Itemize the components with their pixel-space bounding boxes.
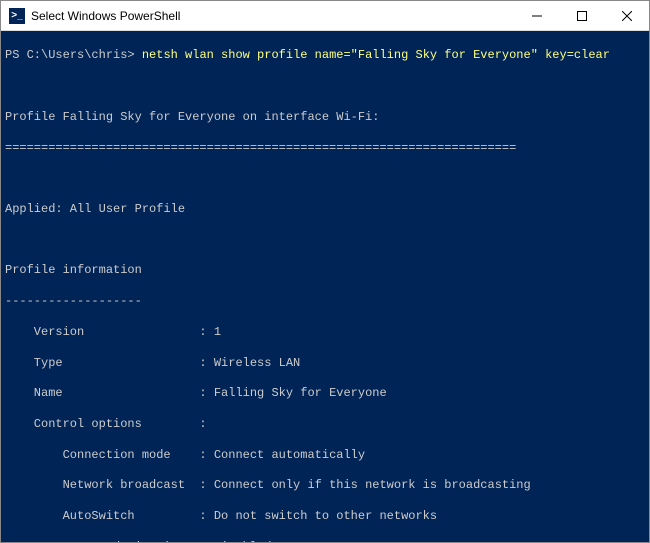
prompt-prefix: PS — [5, 48, 27, 62]
profile-row: AutoSwitch : Do not switch to other netw… — [5, 509, 645, 524]
command-line: PS C:\Users\chris> netsh wlan show profi… — [5, 48, 645, 63]
close-button[interactable] — [604, 1, 649, 30]
profile-row: Network broadcast : Connect only if this… — [5, 478, 645, 493]
profile-row: Name : Falling Sky for Everyone — [5, 386, 645, 401]
section-title-profile-info: Profile information — [5, 263, 645, 278]
maximize-button[interactable] — [559, 1, 604, 30]
profile-row: Connection mode : Connect automatically — [5, 448, 645, 463]
profile-row: Control options : — [5, 417, 645, 432]
terminal-output[interactable]: PS C:\Users\chris> netsh wlan show profi… — [1, 31, 649, 542]
command-text: netsh wlan show profile name="Falling Sk… — [135, 48, 610, 62]
prompt-path: C:\Users\chris> — [27, 48, 135, 62]
profile-row: MAC Randomization : Disabled — [5, 540, 645, 542]
minimize-button[interactable] — [514, 1, 559, 30]
powershell-icon: >_ — [9, 8, 25, 24]
profile-header: Profile Falling Sky for Everyone on inte… — [5, 110, 645, 125]
divider: ========================================… — [5, 141, 645, 156]
window-controls — [514, 1, 649, 30]
window-title: Select Windows PowerShell — [31, 9, 514, 23]
applied-line: Applied: All User Profile — [5, 202, 645, 217]
titlebar: >_ Select Windows PowerShell — [1, 1, 649, 31]
profile-row: Version : 1 — [5, 325, 645, 340]
profile-row: Type : Wireless LAN — [5, 356, 645, 371]
